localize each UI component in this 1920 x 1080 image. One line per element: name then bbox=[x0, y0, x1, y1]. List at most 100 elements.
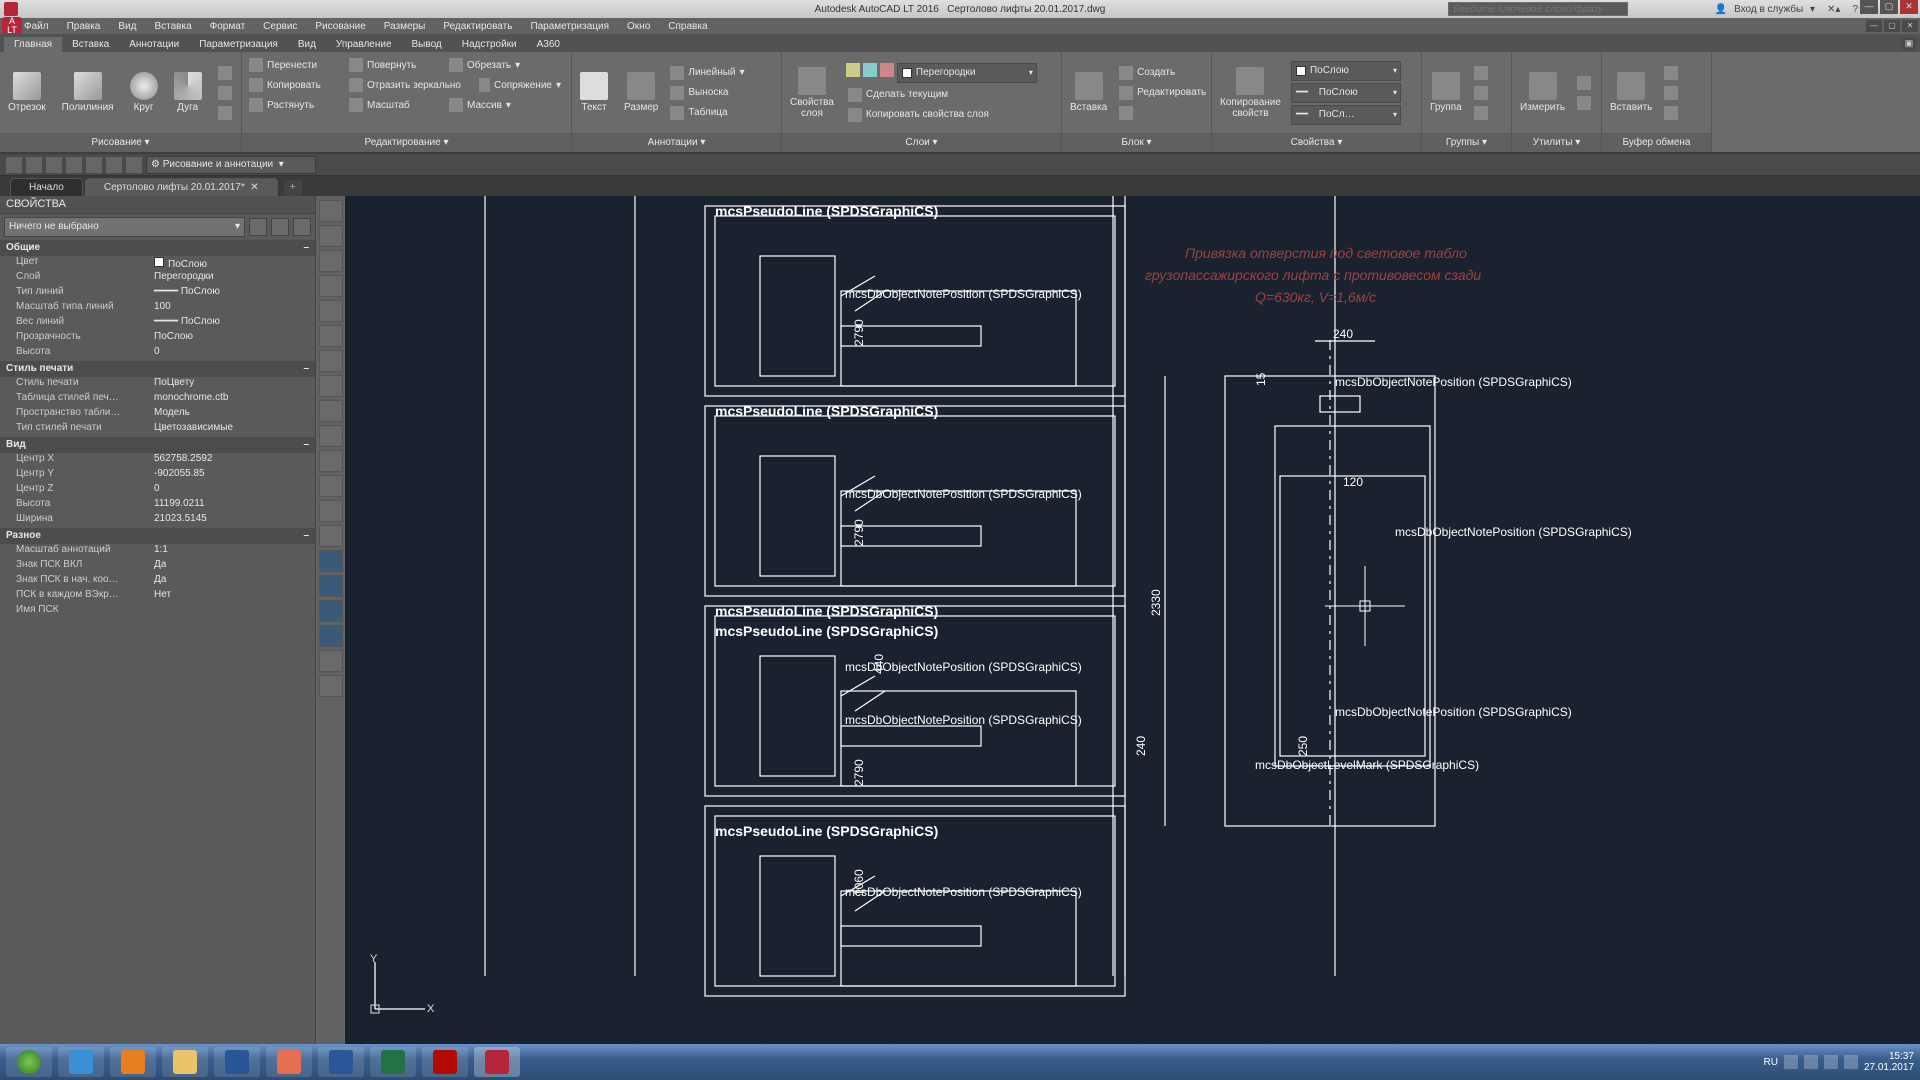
linetype-combo[interactable]: ━━ ПоСл… bbox=[1291, 105, 1401, 125]
menu-format[interactable]: Формат bbox=[210, 21, 246, 32]
make-current-button[interactable]: Сделать текущим bbox=[844, 85, 1059, 105]
lock-icon[interactable] bbox=[880, 63, 894, 77]
keyword-search-input[interactable] bbox=[1448, 2, 1628, 16]
doctab-add-button[interactable]: + bbox=[284, 180, 302, 196]
group-button[interactable]: Группа bbox=[1422, 68, 1470, 117]
panel-title[interactable]: Редактирование ▾ bbox=[242, 133, 571, 152]
tool-mtext-icon[interactable] bbox=[319, 650, 343, 672]
linear-dim-button[interactable]: Линейный ▾ bbox=[666, 63, 748, 83]
layer-props-button[interactable]: Свойства слоя bbox=[782, 63, 842, 123]
tool-gradient-icon[interactable] bbox=[319, 575, 343, 597]
prop-row[interactable]: Стиль печатиПоЦвету bbox=[0, 377, 315, 392]
prop-row[interactable]: СлойПерегородки bbox=[0, 271, 315, 286]
selection-combo[interactable]: Ничего не выбрано bbox=[4, 217, 245, 237]
tool-addsel-icon[interactable] bbox=[319, 675, 343, 697]
menu-edit[interactable]: Правка bbox=[67, 21, 101, 32]
workspace-icon[interactable] bbox=[126, 157, 142, 173]
tool-circle-icon[interactable] bbox=[319, 350, 343, 372]
move-button[interactable]: Перенести bbox=[245, 55, 345, 75]
plot-icon[interactable] bbox=[66, 157, 82, 173]
new-icon[interactable] bbox=[6, 157, 22, 173]
text-button[interactable]: Текст bbox=[572, 68, 616, 117]
insert-block-button[interactable]: Вставка bbox=[1062, 68, 1115, 117]
util-icon[interactable] bbox=[1573, 93, 1595, 113]
prop-section-header[interactable]: Вид bbox=[0, 437, 315, 453]
menu-view[interactable]: Вид bbox=[118, 21, 136, 32]
lang-indicator[interactable]: RU bbox=[1763, 1057, 1777, 1068]
tool-revcloud-icon[interactable] bbox=[319, 375, 343, 397]
ribtab-a360[interactable]: A360 bbox=[527, 37, 570, 52]
taskbar-ie[interactable] bbox=[58, 1047, 104, 1077]
trim-button[interactable]: Обрезать ▾ bbox=[445, 55, 545, 75]
taskbar-wmp[interactable] bbox=[110, 1047, 156, 1077]
cut-icon[interactable] bbox=[1660, 63, 1682, 83]
taskbar-outlook[interactable] bbox=[214, 1047, 260, 1077]
circle-button[interactable]: Круг bbox=[122, 68, 166, 117]
menu-insert[interactable]: Вставка bbox=[154, 21, 191, 32]
tray-volume-icon[interactable] bbox=[1844, 1055, 1858, 1069]
tool-block-icon[interactable] bbox=[319, 500, 343, 522]
panel-title[interactable]: Слои ▾ bbox=[782, 133, 1061, 152]
doc-minimize-button[interactable]: — bbox=[1866, 20, 1882, 32]
prop-row[interactable]: Масштаб аннотаций1:1 bbox=[0, 544, 315, 559]
dimension-button[interactable]: Размер bbox=[616, 68, 666, 117]
ribtab-param[interactable]: Параметризация bbox=[189, 37, 288, 52]
arc-button[interactable]: Дуга bbox=[166, 68, 210, 117]
copy-button[interactable]: Копировать bbox=[245, 75, 345, 95]
rect-icon[interactable] bbox=[214, 63, 236, 83]
doctab-start[interactable]: Начало bbox=[10, 178, 83, 196]
edit-block-button[interactable]: Редактировать bbox=[1115, 83, 1210, 103]
ungroup-icon[interactable] bbox=[1470, 63, 1492, 83]
prop-row[interactable]: Высота0 bbox=[0, 346, 315, 361]
panel-title[interactable]: Аннотации ▾ bbox=[572, 133, 781, 152]
taskbar-acrobat[interactable] bbox=[422, 1047, 468, 1077]
taskbar-firefox[interactable] bbox=[266, 1047, 312, 1077]
prop-row[interactable]: Масштаб типа линий100 bbox=[0, 301, 315, 316]
stretch-button[interactable]: Растянуть bbox=[245, 95, 345, 115]
create-block-button[interactable]: Создать bbox=[1115, 63, 1210, 83]
block-attr-icon[interactable] bbox=[1115, 103, 1210, 123]
panel-title[interactable]: Блок ▾ bbox=[1062, 133, 1211, 152]
tool-region-icon[interactable] bbox=[319, 600, 343, 622]
prop-section-header[interactable]: Общие bbox=[0, 240, 315, 256]
tray-action-icon[interactable] bbox=[1804, 1055, 1818, 1069]
maximize-button[interactable]: ▢ bbox=[1880, 0, 1898, 14]
app-menu-button[interactable]: ALT bbox=[2, 17, 22, 35]
mirror-button[interactable]: Отразить зеркально bbox=[345, 75, 475, 95]
prop-section-header[interactable]: Разное bbox=[0, 528, 315, 544]
redo-icon[interactable] bbox=[106, 157, 122, 173]
start-button[interactable] bbox=[6, 1047, 52, 1077]
prop-row[interactable]: Вес линий━━━━ ПоСлою bbox=[0, 316, 315, 331]
taskbar-word[interactable] bbox=[318, 1047, 364, 1077]
taskbar-autocad[interactable] bbox=[474, 1047, 520, 1077]
match-props-button[interactable]: Копирование свойств bbox=[1212, 63, 1289, 123]
tool-polyline-icon[interactable] bbox=[319, 250, 343, 272]
group-bbox-icon[interactable] bbox=[1470, 103, 1492, 123]
menu-file[interactable]: Файл bbox=[24, 21, 49, 32]
tool-line-icon[interactable] bbox=[319, 200, 343, 222]
ribtab-annotate[interactable]: Аннотации bbox=[119, 37, 189, 52]
prop-row[interactable]: Центр Z0 bbox=[0, 483, 315, 498]
ribtab-view[interactable]: Вид bbox=[288, 37, 326, 52]
tool-ellipse-icon[interactable] bbox=[319, 425, 343, 447]
tool-insert-icon[interactable] bbox=[319, 475, 343, 497]
leader-button[interactable]: Выноска bbox=[666, 83, 748, 103]
prop-section-header[interactable]: Стиль печати bbox=[0, 361, 315, 377]
brush-icon[interactable] bbox=[1660, 103, 1682, 123]
panel-title[interactable]: Свойства ▾ bbox=[1212, 133, 1421, 152]
prop-row[interactable]: Знак ПСК ВКЛДа bbox=[0, 559, 315, 574]
drawing-canvas[interactable]: mcsPseudoLine (SPDSGraphiCS) mcsDbObject… bbox=[345, 196, 1920, 1044]
taskbar-excel[interactable] bbox=[370, 1047, 416, 1077]
open-icon[interactable] bbox=[26, 157, 42, 173]
clock[interactable]: 15:3727.01.2017 bbox=[1864, 1051, 1914, 1073]
ribtab-insert[interactable]: Вставка bbox=[62, 37, 119, 52]
panel-title[interactable]: Рисование ▾ bbox=[0, 133, 241, 152]
polyline-button[interactable]: Полилиния bbox=[54, 68, 122, 117]
taskbar-explorer[interactable] bbox=[162, 1047, 208, 1077]
menu-tools[interactable]: Сервис bbox=[263, 21, 297, 32]
close-button[interactable]: ✕ bbox=[1900, 0, 1918, 14]
ribbon-collapse-button[interactable]: ▣ bbox=[1902, 38, 1916, 50]
doctab-file[interactable]: Сертолово лифты 20.01.2017* ✕ bbox=[85, 178, 278, 196]
ribtab-output[interactable]: Вывод bbox=[402, 37, 452, 52]
measure-button[interactable]: Измерить bbox=[1512, 68, 1573, 117]
